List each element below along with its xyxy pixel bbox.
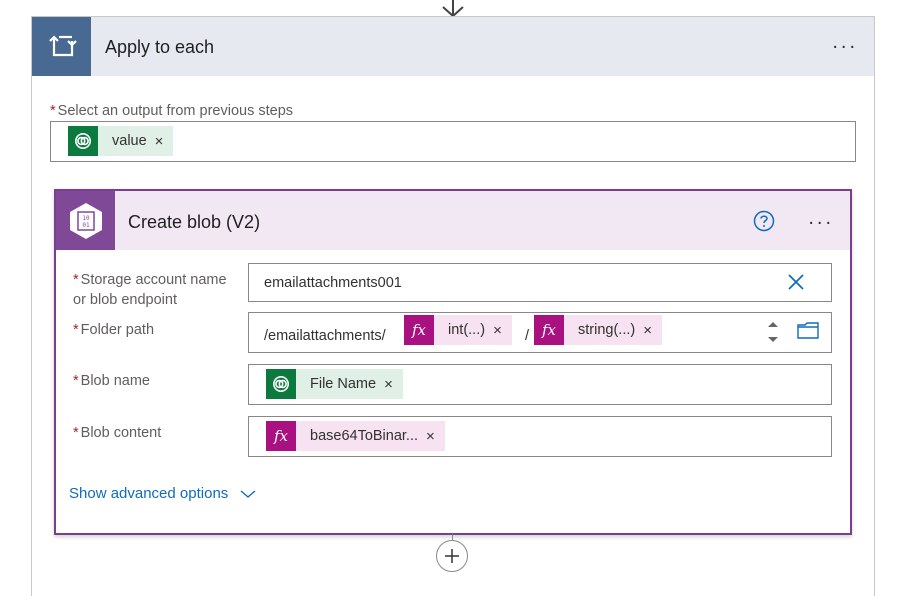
storage-account-value: emailattachments001 [264,275,402,291]
dataverse-icon [68,126,98,156]
folder-icon[interactable] [797,321,819,339]
chevron-down-icon [240,489,256,498]
apply-to-each-title: Apply to each [105,37,215,57]
required-marker: * [73,373,79,389]
file-name-token-label: File Name [310,376,377,392]
fx-icon: fx [534,315,564,345]
folder-path-input[interactable]: /emailattachments/ fx int(...) × / fx st… [248,312,832,353]
show-advanced-options-link[interactable]: Show advanced options [69,485,256,502]
storage-account-input[interactable]: emailattachments001 [248,263,832,302]
blob-more-options-button[interactable]: ... [808,208,834,228]
loop-icon [32,17,91,76]
help-icon[interactable] [753,210,775,232]
required-marker: * [73,425,79,441]
remove-value-token-button[interactable]: × [147,133,174,150]
value-token[interactable]: value × [68,126,174,156]
svg-text:10: 10 [82,215,90,222]
blob-storage-icon: 10 01 [56,191,115,250]
select-output-input[interactable]: value × [50,121,856,162]
remove-file-name-token-button[interactable]: × [376,376,403,393]
remove-int-token-button[interactable]: × [485,322,512,339]
dataverse-icon [266,369,296,399]
blob-name-input[interactable]: File Name × [248,364,832,405]
folder-path-prefix: /emailattachments/ [264,328,386,344]
svg-text:01: 01 [82,222,90,229]
required-marker: * [73,322,79,338]
base64-token-label: base64ToBinar... [310,428,419,444]
string-token-label: string(...) [578,322,636,338]
clear-icon[interactable] [787,273,805,291]
base64-expression-token[interactable]: fx base64ToBinar... × [266,421,445,451]
select-output-label: * Select an output from previous steps [50,103,294,119]
apply-to-each-header[interactable]: Apply to each ... [32,17,874,76]
storage-account-label: * Storage account name or blob endpoint [73,272,227,308]
scroll-spinner[interactable] [765,317,781,347]
value-token-label: value [112,133,147,149]
blob-name-label: * Blob name [73,373,150,389]
required-marker: * [73,272,79,288]
int-token-label: int(...) [448,322,486,338]
apply-more-options-button[interactable]: ... [832,32,858,52]
required-marker: * [50,103,56,119]
apply-to-each-card: Apply to each ... * Select an output from… [31,16,875,596]
int-expression-token[interactable]: fx int(...) × [404,315,512,345]
string-expression-token[interactable]: fx string(...) × [534,315,662,345]
fx-icon: fx [404,315,434,345]
remove-string-token-button[interactable]: × [635,322,662,339]
plus-icon [445,549,459,563]
show-advanced-options-label: Show advanced options [69,485,229,502]
blob-content-input[interactable]: fx base64ToBinar... × [248,416,832,457]
create-blob-title: Create blob (V2) [128,212,261,232]
folder-path-separator: / [525,328,530,344]
create-blob-header[interactable]: 10 01 Create blob (V2) ... [56,191,850,250]
create-blob-card: 10 01 Create blob (V2) ... * Storage acco… [54,189,852,535]
file-name-token[interactable]: File Name × [266,369,403,399]
folder-path-label: * Folder path [73,322,155,338]
add-step-button[interactable] [436,540,468,572]
blob-content-label: * Blob content [73,425,162,441]
fx-icon: fx [266,421,296,451]
remove-base64-token-button[interactable]: × [418,428,445,445]
